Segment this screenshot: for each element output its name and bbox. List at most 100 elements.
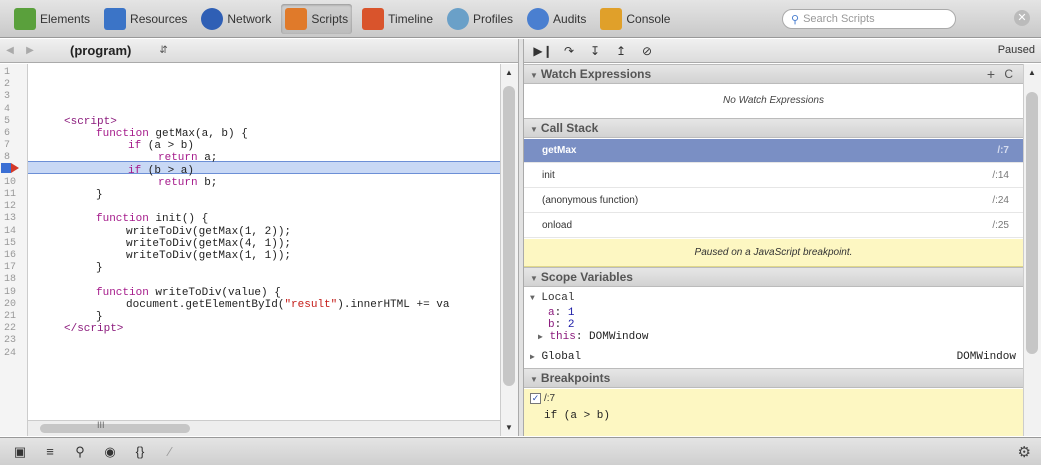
tab-console[interactable]: Console — [596, 4, 674, 34]
sidebar-scroll-thumb[interactable] — [1026, 92, 1038, 354]
code-line[interactable]: function writeToDiv(value) { — [96, 287, 281, 299]
forward-arrow-icon[interactable]: ▶ — [20, 45, 40, 56]
code-line[interactable]: if (a > b) — [128, 140, 194, 152]
refresh-watch-button[interactable]: C — [1004, 65, 1013, 83]
scroll-up-icon[interactable]: ▲ — [1028, 68, 1036, 77]
line-number[interactable]: 24 — [0, 348, 26, 360]
close-icon[interactable]: ✕ — [1014, 10, 1030, 26]
line-number[interactable]: 21 — [0, 311, 26, 323]
source-header: ◀ ▶ (program) ⇵ — [0, 39, 518, 63]
add-watch-button[interactable]: + — [987, 65, 995, 83]
line-number[interactable]: 14 — [0, 226, 26, 238]
line-number[interactable]: 18 — [0, 274, 26, 286]
current-line-highlight — [28, 161, 500, 174]
breakpoints-header[interactable]: ▼ Breakpoints — [524, 368, 1023, 388]
call-frame[interactable]: onload /:25 — [524, 214, 1023, 238]
watch-expressions-header[interactable]: ▼ Watch Expressions + C — [524, 64, 1023, 84]
code-line[interactable]: } — [96, 311, 103, 323]
tab-elements[interactable]: Elements — [10, 4, 94, 34]
call-frame[interactable]: (anonymous function) /:24 — [524, 189, 1023, 213]
scope-variables-header[interactable]: ▼ Scope Variables — [524, 267, 1023, 287]
network-icon — [201, 7, 224, 30]
line-number[interactable]: 13 — [0, 213, 26, 225]
search-icon[interactable]: ⚲ — [68, 444, 92, 460]
code-line[interactable]: } — [96, 189, 103, 201]
edit-icon[interactable]: ∕ — [158, 444, 182, 459]
dock-icon[interactable]: ▣ — [8, 444, 32, 460]
line-number[interactable]: 2 — [0, 79, 26, 91]
breakpoint-marker-icon[interactable] — [1, 162, 21, 174]
line-number[interactable]: 20 — [0, 299, 26, 311]
line-number[interactable]: 17 — [0, 262, 26, 274]
select-chevron-icon[interactable]: ⇵ — [159, 45, 167, 56]
scroll-down-icon[interactable]: ▼ — [505, 423, 513, 432]
back-arrow-icon[interactable]: ◀ — [0, 45, 20, 56]
line-number[interactable]: 15 — [0, 238, 26, 250]
breakpoint-item[interactable]: ✓ /:7 if (a > b) — [524, 389, 1023, 436]
status-bar: ▣ ≡ ⚲ ◉ {} ∕ ⚙ — [0, 437, 1041, 465]
line-number[interactable]: 23 — [0, 335, 26, 347]
scroll-up-icon[interactable]: ▲ — [505, 68, 513, 77]
code-line[interactable]: </script> — [64, 323, 123, 335]
step-out-icon[interactable]: ↥ — [610, 44, 632, 58]
scope-this[interactable]: ▶ this: DOMWindow — [538, 331, 648, 343]
code-line[interactable]: } — [96, 262, 103, 274]
tab-timeline[interactable]: Timeline — [358, 4, 437, 34]
code-line[interactable]: document.getElementById("result").innerH… — [126, 299, 449, 311]
tab-profiles[interactable]: Profiles — [443, 4, 517, 34]
code-line[interactable]: writeToDiv(getMax(1, 2)); — [126, 226, 291, 238]
line-number[interactable]: 16 — [0, 250, 26, 262]
pretty-print-icon[interactable]: {} — [128, 444, 152, 459]
code-line[interactable]: return b; — [158, 177, 217, 189]
audits-icon — [527, 7, 550, 30]
code-line[interactable]: function getMax(a, b) { — [96, 128, 248, 140]
line-number[interactable]: 7 — [0, 140, 26, 152]
deactivate-breakpoints-icon[interactable]: ⊘ — [636, 44, 658, 58]
debugger-toolbar: ▶❙ ↷ ↧ ↥ ⊘ Paused — [524, 39, 1041, 63]
call-frame[interactable]: init /:14 — [524, 164, 1023, 188]
step-into-icon[interactable]: ↧ — [584, 44, 606, 58]
scope-global[interactable]: ▶ Global DOMWindow — [530, 351, 1020, 363]
code-line[interactable]: <script> — [64, 116, 117, 128]
line-number[interactable]: 5 — [0, 116, 26, 128]
script-select[interactable]: (program) — [70, 43, 131, 58]
line-number[interactable]: 1 — [0, 67, 26, 79]
line-number[interactable]: 4 — [0, 104, 26, 116]
line-number[interactable]: 22 — [0, 323, 26, 335]
search-input[interactable]: ⚲ Search Scripts — [782, 9, 956, 29]
call-stack-header[interactable]: ▼ Call Stack — [524, 118, 1023, 138]
scope-local[interactable]: ▼ Local — [530, 292, 574, 304]
code-line[interactable]: if (b > a) — [128, 165, 194, 177]
console-drawer-icon[interactable]: ≡ — [38, 444, 62, 459]
line-number[interactable]: 12 — [0, 201, 26, 213]
source-code-view[interactable]: 123456789101112131415161718192021222324 … — [0, 64, 518, 436]
horizontal-scroll-thumb[interactable] — [40, 424, 190, 433]
code-line[interactable]: return a; — [158, 152, 217, 164]
tab-audits[interactable]: Audits — [523, 4, 590, 34]
line-number[interactable]: 3 — [0, 91, 26, 103]
code-line[interactable]: writeToDiv(getMax(4, 1)); — [126, 238, 291, 250]
line-number[interactable]: 19 — [0, 287, 26, 299]
line-number[interactable]: 6 — [0, 128, 26, 140]
pause-on-exceptions-icon[interactable]: ◉ — [98, 444, 122, 460]
line-number[interactable]: 11 — [0, 189, 26, 201]
resume-icon[interactable]: ▶❙ — [532, 44, 554, 58]
line-gutter[interactable]: 123456789101112131415161718192021222324 — [0, 64, 28, 436]
elements-icon — [14, 7, 36, 30]
scope-var[interactable]: a: 1 — [548, 307, 574, 319]
line-number[interactable]: 10 — [0, 177, 26, 189]
code-line[interactable]: function init() { — [96, 213, 208, 225]
breakpoint-checkbox[interactable]: ✓ — [530, 393, 541, 404]
collapsed-triangle-icon: ▶ — [530, 353, 535, 362]
breakpoint-code: if (a > b) — [544, 410, 611, 422]
debugger-status: Paused — [997, 44, 1035, 56]
tab-network[interactable]: Network — [197, 4, 275, 34]
source-scroll-thumb[interactable] — [503, 86, 515, 386]
step-over-icon[interactable]: ↷ — [558, 44, 580, 58]
tab-resources[interactable]: Resources — [100, 4, 191, 34]
gear-icon[interactable]: ⚙ — [1018, 443, 1031, 461]
tab-scripts[interactable]: Scripts — [281, 3, 353, 34]
code-line[interactable]: writeToDiv(getMax(1, 1)); — [126, 250, 291, 262]
call-frame[interactable]: getMax /:7 — [524, 139, 1023, 163]
scope-var[interactable]: b: 2 — [548, 319, 574, 331]
